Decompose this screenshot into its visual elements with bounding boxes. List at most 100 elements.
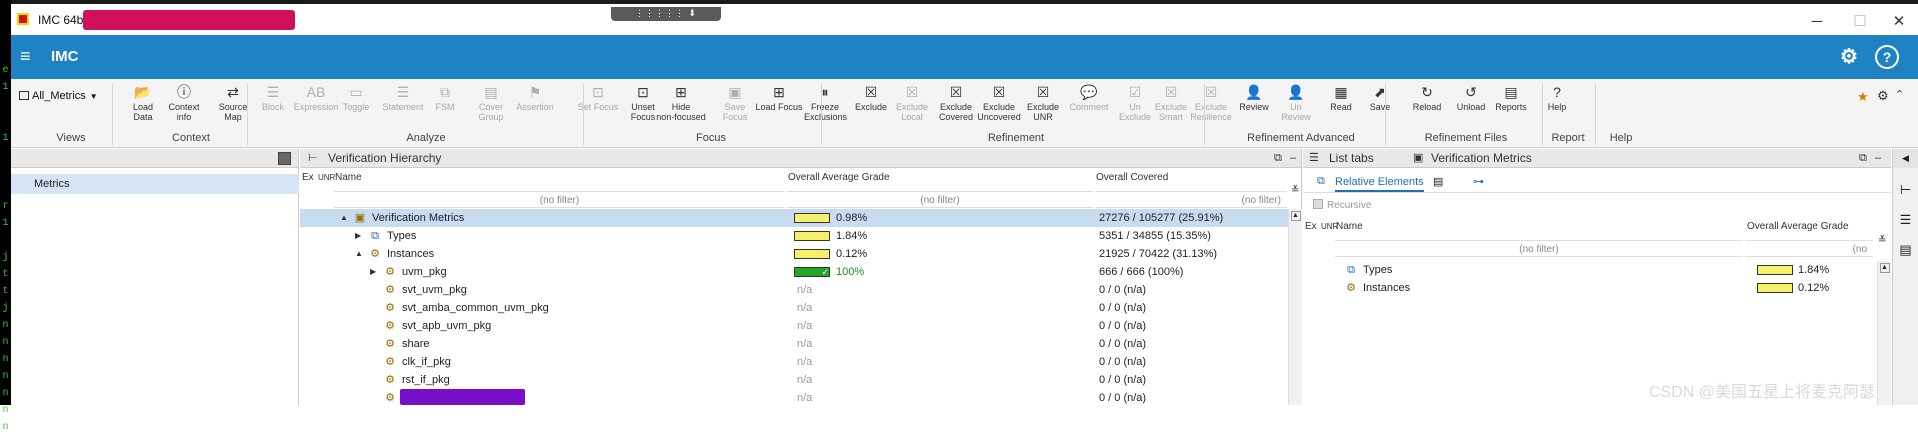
- assertion-button[interactable]: ⚑ Assertion: [513, 83, 557, 112]
- dock-list-icon[interactable]: ☰: [1893, 212, 1918, 228]
- name-filter[interactable]: (no filter): [1335, 240, 1743, 257]
- load-data-button[interactable]: 📂 Load Data: [123, 83, 163, 122]
- hamburger-menu-icon[interactable]: ≡: [20, 46, 31, 66]
- collapse-arrow-icon[interactable]: ▲: [355, 245, 363, 263]
- hierarchy-title: Verification Hierarchy: [328, 151, 442, 165]
- table-row[interactable]: ⚙ share n/a 0 / 0 (n/a): [300, 335, 1288, 353]
- load-data-label: Data: [133, 112, 153, 122]
- block-button[interactable]: ☰ Block: [253, 83, 293, 112]
- recursive-checkbox[interactable]: Recursive: [1313, 199, 1371, 211]
- table-row[interactable]: ▲ ⚙ Instances 0.12% 21925 / 70422 (31.13%): [300, 245, 1288, 263]
- help-button[interactable]: ? Help: [1540, 83, 1574, 112]
- list-tabs-icon[interactable]: ☰: [1309, 149, 1319, 168]
- exclude-button[interactable]: ☒ Exclude: [852, 83, 890, 112]
- close-button[interactable]: ✕: [1884, 12, 1914, 32]
- exclude-smart-button[interactable]: ☒ Exclude Smart: [1151, 83, 1191, 122]
- exclude-resilience-button[interactable]: ☒ Exclude Resilience: [1190, 83, 1232, 122]
- col-covered[interactable]: Overall Covered: [1096, 172, 1168, 183]
- col-name[interactable]: Name: [1336, 221, 1363, 232]
- tab-list-tabs[interactable]: List tabs: [1329, 149, 1374, 168]
- statement-button[interactable]: ☰ Statement: [379, 83, 427, 112]
- exclude-covered-button[interactable]: ☒ Exclude Covered: [936, 83, 976, 122]
- freeze-exclusions-button[interactable]: ⏸ Freeze Exclusions: [804, 83, 848, 122]
- dock-hierarchy-icon[interactable]: ⊢: [1893, 182, 1918, 198]
- source-map-button[interactable]: ⇄ Source Map: [209, 83, 257, 122]
- relative-scrollbar[interactable]: ▲: [1877, 261, 1891, 405]
- favorite-star-icon[interactable]: ★: [1857, 89, 1869, 105]
- collapse-arrow-icon[interactable]: ▲: [340, 209, 348, 227]
- save-focus-button[interactable]: ▣ Save Focus: [712, 83, 758, 122]
- minimize-panel-icon[interactable]: –: [1875, 149, 1881, 168]
- table-row[interactable]: ▶ ⚙ uvm_pkg ✓ 100% 666 / 666 (100%): [300, 263, 1288, 281]
- list-item[interactable]: ⧉ Types 1.84%: [1303, 261, 1875, 279]
- expression-button[interactable]: AB Expression: [292, 83, 340, 112]
- ribbon-settings-icon[interactable]: ⚙: [1877, 88, 1889, 104]
- expand-arrow-icon[interactable]: ▶: [355, 227, 361, 245]
- covered-filter[interactable]: (no filter): [1095, 191, 1287, 208]
- grade-filter[interactable]: (no: [1745, 240, 1873, 257]
- dock-table-icon[interactable]: ▤: [1893, 242, 1918, 258]
- cover-group-button[interactable]: ▤ Cover Group: [469, 83, 513, 122]
- maximize-button[interactable]: ☐: [1845, 12, 1875, 32]
- table-row[interactable]: ▲ ▣ Verification Metrics 0.98% 27276 / 10527…: [300, 209, 1288, 227]
- unload-button[interactable]: ↺ Unload: [1451, 83, 1491, 112]
- table-row[interactable]: ⚙ svt_uvm_pkg n/a 0 / 0 (n/a): [300, 281, 1288, 299]
- dock-collapse-icon[interactable]: ◀: [1893, 149, 1918, 168]
- hide-non-focused-button[interactable]: ⊞ Hide non-focused: [656, 83, 706, 122]
- group-label-refinement: Refinement: [987, 132, 1045, 144]
- minimize-button[interactable]: ─: [1802, 12, 1832, 32]
- column-chooser-icon[interactable]: ≚: [1291, 185, 1299, 196]
- col-unr[interactable]: UNR: [318, 173, 335, 182]
- reports-button[interactable]: ▤ Reports: [1493, 83, 1529, 112]
- col-grade[interactable]: Overall Average Grade: [1747, 221, 1849, 232]
- column-chooser-icon[interactable]: ≚: [1878, 235, 1886, 246]
- exclude-unr-button[interactable]: ☒ Exclude UNR: [1023, 83, 1063, 122]
- col-ex[interactable]: Ex: [302, 172, 314, 183]
- hierarchy-scrollbar[interactable]: ▲: [1288, 209, 1302, 405]
- exclude-unr-icon: ☒: [1036, 84, 1050, 100]
- metrics-combo[interactable]: All_Metrics ▼: [19, 87, 116, 105]
- tab-verification-metrics[interactable]: Verification Metrics: [1431, 149, 1532, 168]
- table-row[interactable]: ⚙ svt_amba_common_uvm_pkg n/a 0 / 0 (n/a): [300, 299, 1288, 317]
- fsm-button[interactable]: ⧉ FSM: [425, 83, 465, 112]
- drag-grip[interactable]: ⋮⋮⋮⋮⋮ ⬇ ⋮⋮⋮⋮⋮: [611, 7, 721, 31]
- subtab-relative-elements[interactable]: Relative Elements: [1335, 176, 1424, 192]
- help-icon[interactable]: ?: [1875, 45, 1899, 69]
- expand-arrow-icon[interactable]: ▶: [370, 263, 376, 281]
- subtab-tree-icon[interactable]: ⊶: [1473, 175, 1484, 188]
- read-button[interactable]: ▦ Read: [1322, 83, 1360, 112]
- grade-filter[interactable]: (no filter): [787, 191, 1093, 208]
- restore-panel-icon[interactable]: ⧉: [1859, 149, 1867, 168]
- subtab-table-icon[interactable]: ▤: [1433, 175, 1443, 188]
- name-filter[interactable]: (no filter): [334, 191, 785, 208]
- restore-panel-icon[interactable]: ⧉: [1274, 149, 1282, 168]
- collapse-ribbon-icon[interactable]: ⌃: [1895, 88, 1904, 101]
- table-row[interactable]: ▶ ⧉ Types 1.84% 5351 / 34855 (15.35%): [300, 227, 1288, 245]
- list-item[interactable]: ⚙ Instances 0.12%: [1303, 279, 1875, 297]
- settings-gear-icon[interactable]: ⚙: [1837, 45, 1861, 69]
- col-name[interactable]: Name: [335, 172, 362, 183]
- review-button[interactable]: 👤 Review: [1233, 83, 1275, 112]
- toggle-button[interactable]: ▭ Toggle: [336, 83, 376, 112]
- save-button[interactable]: ⬈ Save: [1360, 83, 1400, 112]
- exclude-local-button[interactable]: ☒ Exclude Local: [892, 83, 932, 122]
- group-label-report: Report: [1551, 132, 1585, 144]
- views-item-metrics[interactable]: Metrics: [11, 174, 299, 194]
- load-focus-button[interactable]: ⊞ Load Focus: [755, 83, 803, 112]
- col-grade[interactable]: Overall Average Grade: [788, 172, 890, 183]
- table-row[interactable]: ⚙ rst_if_pkg n/a 0 / 0 (n/a): [300, 371, 1288, 389]
- exclude-uncovered-button[interactable]: ☒ Exclude Uncovered: [977, 83, 1021, 122]
- pin-icon[interactable]: [278, 152, 291, 165]
- un-review-button[interactable]: 👤 Un Review: [1275, 83, 1317, 122]
- reload-button[interactable]: ↻ Reload: [1409, 83, 1445, 112]
- freeze-exclusions-label: Exclusions: [804, 112, 848, 122]
- col-ex[interactable]: Ex: [1305, 221, 1317, 232]
- table-row[interactable]: ⚙ svt_apb_uvm_pkg n/a 0 / 0 (n/a): [300, 317, 1288, 335]
- comment-button[interactable]: 💬 Comment: [1067, 83, 1111, 112]
- read-icon: ▦: [1334, 84, 1348, 100]
- minimize-panel-icon[interactable]: –: [1290, 149, 1296, 168]
- context-info-button[interactable]: ⓘ Context info: [164, 83, 204, 122]
- un-exclude-button[interactable]: ☑ Un Exclude: [1115, 83, 1155, 122]
- table-row[interactable]: ⚙ clk_if_pkg n/a 0 / 0 (n/a): [300, 353, 1288, 371]
- verification-hierarchy-panel: ⊢ Verification Hierarchy ⧉ – Ex UNR Name…: [300, 149, 1302, 405]
